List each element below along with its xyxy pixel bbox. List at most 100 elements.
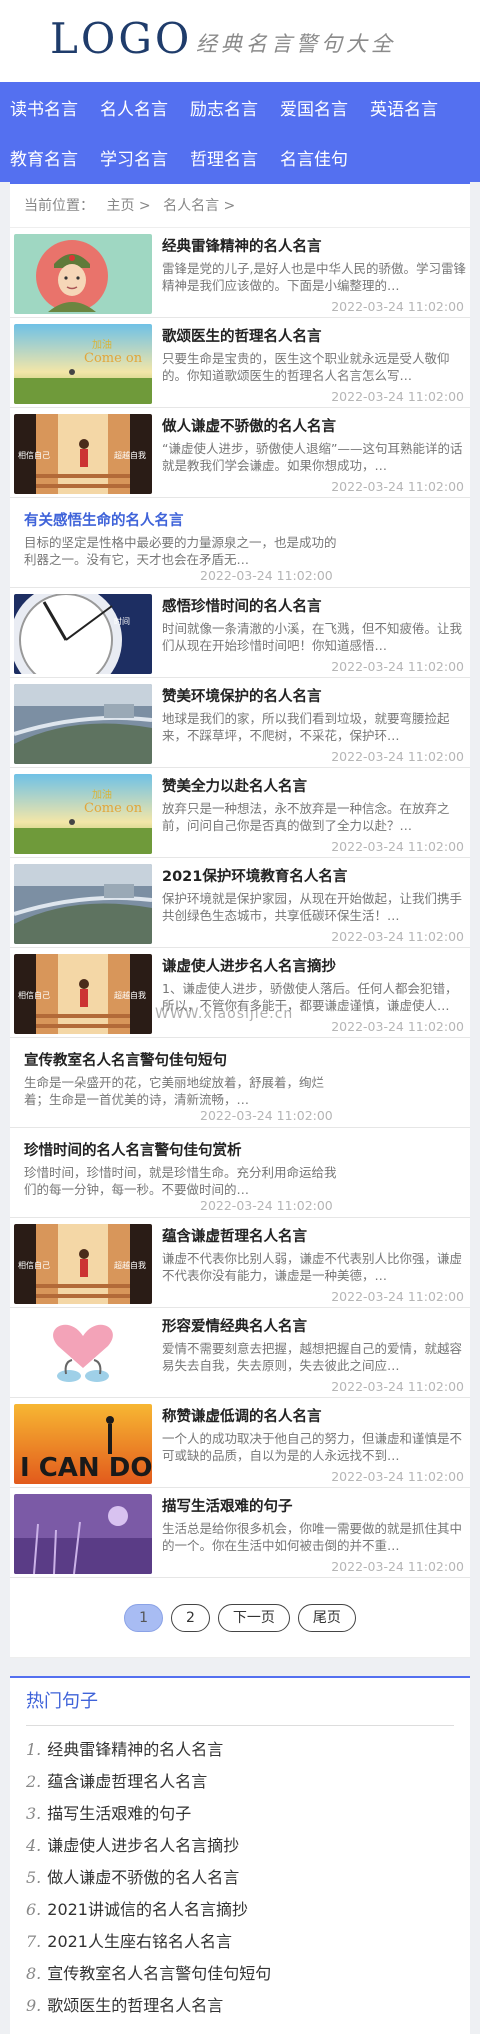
article-title[interactable]: 2021保护环境教育名人名言 — [162, 865, 466, 886]
hot-sentence-link[interactable]: 2021人生座右铭名人名言 — [47, 1932, 232, 1951]
article-title[interactable]: 珍惜时间的名人名言警句佳句赏析 — [24, 1139, 456, 1160]
article-title[interactable]: 形容爱情经典名人名言 — [162, 1315, 466, 1336]
article-title[interactable]: 谦虚使人进步名人名言摘抄 — [162, 955, 466, 976]
article-body: 称赞谦虚低调的名人名言一个人的成功取决于他自己的努力，但谦虚和谨慎是不可或缺的品… — [162, 1404, 466, 1484]
last-page-button[interactable]: 尾页 — [297, 1603, 356, 1632]
article-item[interactable]: 赞美环境保护的名人名言 地球是我们的家，所以我们看到垃圾，就要弯腰捡起来，不踩草坪… — [10, 678, 470, 768]
article-summary: “谦虚使人进步，骄傲使人退缩”——这句耳熟能详的话就是教我们学会谦虚。如果你想成… — [162, 441, 463, 473]
article-title[interactable]: 宣传教室名人名言警句佳句短句 — [24, 1049, 456, 1070]
nav-item-9[interactable]: 名言佳句 — [280, 145, 348, 170]
hot-sentence-item[interactable]: 4. 谦虚使人进步名人名言摘抄 — [26, 1830, 454, 1862]
article-item[interactable]: 宣传教室名人名言警句佳句短句 生命是一朵盛开的花，它美丽地绽放着，舒展着，绚烂着；… — [10, 1038, 470, 1128]
nav-item-4[interactable]: 爱国名言 — [280, 95, 348, 120]
svg-text:相信自己: 相信自己 — [18, 1260, 50, 1270]
hot-sentence-item[interactable]: 1. 经典雷锋精神的名人名言 — [26, 1734, 454, 1766]
hot-sentences-list: 1. 经典雷锋精神的名人名言 2. 蕴含谦虚哲理名人名言 3. 描写生活艰难的句子 4. 谦虚… — [26, 1726, 454, 2022]
article-summary: 雷锋是党的儿子,是好人也是中华人民的骄傲。学习雷锋精神是我们应该做的。下面是小编… — [162, 261, 466, 293]
next-page-button[interactable]: 下一页 — [217, 1603, 290, 1632]
nav-item-1[interactable]: 读书名言 — [10, 95, 78, 120]
svg-text:I CAN DO: I CAN DO — [20, 1453, 152, 1483]
article-time: 2022-03-24 11:02:00 — [331, 1469, 464, 1484]
article-title[interactable]: 赞美环境保护的名人名言 — [162, 685, 466, 706]
nav-item-6[interactable]: 教育名言 — [10, 145, 78, 170]
article-title[interactable]: 称赞谦虚低调的名人名言 — [162, 1405, 466, 1426]
hot-sentence-link[interactable]: 歌颂医生的哲理名人名言 — [47, 1996, 223, 2015]
hot-sentence-item[interactable]: 2. 蕴含谦虚哲理名人名言 — [26, 1766, 454, 1798]
article-item[interactable]: 描写生活艰难的句子 生活总是给你很多机会，你唯一需要做的就是抓住其中的一个。你在生… — [10, 1488, 470, 1578]
nav-item-8[interactable]: 哲理名言 — [190, 145, 258, 170]
nav-item-7[interactable]: 学习名言 — [100, 145, 168, 170]
article-title[interactable]: 歌颂医生的哲理名人名言 — [162, 325, 466, 346]
nav-item-3[interactable]: 励志名言 — [190, 95, 258, 120]
article-item[interactable]: 加油 Come on 赞美全力以赴名人名言放弃只是一种想法，永不放弃是一种信念。在放… — [10, 768, 470, 858]
page-2-button[interactable]: 2 — [171, 1603, 210, 1632]
nav-row-1: 读书名言 名人名言 励志名言 爱国名言 英语名言 — [10, 82, 480, 132]
article-thumbnail[interactable]: 相信自己 超越自我 — [14, 414, 152, 494]
article-item[interactable]: I CAN DO 称赞谦虚低调的名人名言一个人的成功取决于他自己的努力，但谦虚和谨… — [10, 1398, 470, 1488]
article-thumbnail[interactable]: 相信自己 超越自我 — [14, 1224, 152, 1304]
article-item[interactable]: 相信自己 超越自我 做人谦虚不骄傲的名人名言 “谦虚使人进步，骄傲使人退缩”——这句耳… — [10, 408, 470, 498]
article-thumbnail[interactable]: 相信自己 超越自我 — [14, 954, 152, 1034]
article-item[interactable]: 相信自己 超越自我 蕴含谦虚哲理名人名言 谦虚不代表你比别人弱，谦虚不代表别人比你强，… — [10, 1218, 470, 1308]
site-logo[interactable]: LOGO — [50, 14, 192, 63]
hot-rank: 8. — [26, 1964, 42, 1983]
hot-sentence-link[interactable]: 宣传教室名人名言警句佳句短句 — [47, 1964, 271, 1983]
article-item[interactable]: 时间 感悟珍惜时间的名人名言 时间就像一条清澈的小溪，在飞溅，但不知疲倦。让我们从现… — [10, 588, 470, 678]
breadcrumb-section[interactable]: 名人名言 > — [163, 198, 235, 214]
article-summary: 保护环境就是保护家园，从现在开始做起，让我们携手共创绿色生态城市，共享低碳环保生… — [162, 891, 463, 923]
hot-sentence-link[interactable]: 经典雷锋精神的名人名言 — [47, 1740, 223, 1759]
article-title[interactable]: 经典雷锋精神的名人名言 — [162, 235, 466, 256]
hot-sentence-item[interactable]: 6. 2021讲诚信的名人名言摘抄 — [26, 1894, 454, 1926]
nav-row-2: 教育名言 学习名言 哲理名言 名言佳句 — [10, 132, 480, 182]
article-thumbnail[interactable] — [14, 864, 152, 944]
article-thumbnail[interactable] — [14, 1314, 152, 1394]
hot-sentence-link[interactable]: 2021讲诚信的名人名言摘抄 — [47, 1900, 248, 1919]
hot-sentence-item[interactable]: 3. 描写生活艰难的句子 — [26, 1798, 454, 1830]
hot-sentence-link[interactable]: 描写生活艰难的句子 — [47, 1804, 191, 1823]
hot-rank: 4. — [26, 1836, 42, 1855]
article-time: 2022-03-24 11:02:00 — [331, 1019, 464, 1034]
nav-item-2[interactable]: 名人名言 — [100, 95, 168, 120]
article-title[interactable]: 做人谦虚不骄傲的名人名言 — [162, 415, 466, 436]
article-item[interactable]: 经典雷锋精神的名人名言雷锋是党的儿子,是好人也是中华人民的骄傲。学习雷锋精神是我… — [10, 228, 470, 318]
article-list: 经典雷锋精神的名人名言雷锋是党的儿子,是好人也是中华人民的骄傲。学习雷锋精神是我… — [10, 228, 470, 1578]
article-thumbnail[interactable]: 时间 — [14, 594, 152, 674]
article-thumbnail[interactable]: 加油 Come on — [14, 324, 152, 404]
page-1-button[interactable]: 1 — [124, 1603, 163, 1632]
article-title[interactable]: 赞美全力以赴名人名言 — [162, 775, 466, 796]
article-time: 2022-03-24 11:02:00 — [331, 929, 464, 944]
article-item[interactable]: 2021保护环境教育名人名言保护环境就是保护家园，从现在开始做起，让我们携手共创… — [10, 858, 470, 948]
article-item[interactable]: 加油 Come on 歌颂医生的哲理名人名言 只要生命是宝贵的，医生这个职业就永远是受… — [10, 318, 470, 408]
hot-sentence-link[interactable]: 蕴含谦虚哲理名人名言 — [47, 1772, 207, 1791]
article-thumbnail[interactable]: 加油 Come on — [14, 774, 152, 854]
breadcrumb-label: 当前位置： — [24, 198, 94, 214]
article-item[interactable]: 有关感悟生命的名人名言 目标的坚定是性格中最必要的力量源泉之一，也是成功的利器之一… — [10, 498, 470, 588]
article-summary: 一个人的成功取决于他自己的努力，但谦虚和谨慎是不可或缺的品质，自以为是的人永远找… — [162, 1431, 463, 1463]
hot-sentence-item[interactable]: 7. 2021人生座右铭名人名言 — [26, 1926, 454, 1958]
hot-sentence-item[interactable]: 8. 宣传教室名人名言警句佳句短句 — [26, 1958, 454, 1990]
article-title[interactable]: 有关感悟生命的名人名言 — [24, 509, 456, 530]
article-thumbnail[interactable]: I CAN DO — [14, 1404, 152, 1484]
watermark: WWW.xiaosijie.cn — [155, 1006, 294, 1022]
hot-sentence-link[interactable]: 做人谦虚不骄傲的名人名言 — [47, 1868, 239, 1887]
article-title[interactable]: 蕴含谦虚哲理名人名言 — [162, 1225, 466, 1246]
article-item[interactable]: 珍惜时间的名人名言警句佳句赏析 珍惜时间，珍惜时间，就是珍惜生命。充分利用命运给我… — [10, 1128, 470, 1218]
article-time: 2022-03-24 11:02:00 — [200, 1198, 333, 1213]
breadcrumb-home[interactable]: 主页 > — [106, 198, 150, 214]
site-slogan: 经典名言警句大全 — [196, 32, 396, 56]
article-time: 2022-03-24 11:02:00 — [331, 1289, 464, 1304]
article-item[interactable]: 相信自己 超越自我 谦虚使人进步名人名言摘抄 1、谦虚使人进步，骄傲使人落后。任何人都… — [10, 948, 470, 1038]
article-title[interactable]: 描写生活艰难的句子 — [162, 1495, 466, 1516]
nav-item-5[interactable]: 英语名言 — [370, 95, 438, 120]
article-item[interactable]: 形容爱情经典名人名言 爱情不需要刻意去把握，越想把握自己的爱情，就越容易失去自我，… — [10, 1308, 470, 1398]
article-thumbnail[interactable] — [14, 1494, 152, 1574]
hot-sentence-link[interactable]: 谦虚使人进步名人名言摘抄 — [47, 1836, 239, 1855]
svg-text:时间: 时间 — [114, 616, 130, 626]
article-thumbnail[interactable] — [14, 684, 152, 764]
hot-sentence-item[interactable]: 5. 做人谦虚不骄傲的名人名言 — [26, 1862, 454, 1894]
article-title[interactable]: 感悟珍惜时间的名人名言 — [162, 595, 466, 616]
article-body: 形容爱情经典名人名言 爱情不需要刻意去把握，越想把握自己的爱情，就越容易失去自我，… — [162, 1314, 466, 1394]
hot-sentence-item[interactable]: 9. 歌颂医生的哲理名人名言 — [26, 1990, 454, 2022]
article-thumbnail[interactable] — [14, 234, 152, 314]
article-summary: 放弃只是一种想法，永不放弃是一种信念。在放弃之前，问问自己你是否真的做到了全力以… — [162, 801, 450, 833]
